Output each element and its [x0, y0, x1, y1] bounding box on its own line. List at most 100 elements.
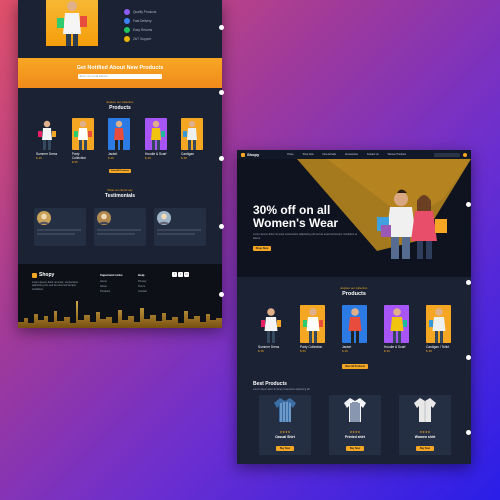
- woman-icon: [428, 308, 445, 343]
- woman-icon: [348, 308, 361, 343]
- carousel-dot[interactable]: [219, 90, 224, 95]
- footer-link[interactable]: Home: [100, 280, 123, 283]
- product-price: $ 38: [426, 349, 432, 353]
- feature-item: Quality Products: [124, 9, 156, 15]
- instagram-icon[interactable]: in: [184, 272, 189, 277]
- buy-now-button[interactable]: Buy Now: [276, 446, 294, 451]
- best-product-card[interactable]: ★★★★ Printed shirt Buy Now: [329, 395, 381, 455]
- product-image: [300, 305, 325, 343]
- best-product-card[interactable]: ★★★★ Casual Shirt Buy Now: [259, 395, 311, 455]
- testimonials-kicker: What our clients say: [107, 188, 133, 192]
- facebook-icon[interactable]: f: [172, 272, 177, 277]
- footer-col-title: Help: [138, 273, 145, 277]
- hero-heading-line1: 30% off on all: [253, 203, 331, 217]
- nav-item-new[interactable]: New Arrivals: [323, 153, 336, 156]
- product-card[interactable]: Hoodie & Scarf $ 40: [145, 118, 167, 160]
- footer-link[interactable]: Privacy: [138, 280, 147, 283]
- product-card[interactable]: Hoodie & Scarf $ 40: [384, 305, 409, 353]
- product-image: [181, 118, 203, 150]
- cart-icon[interactable]: [463, 152, 467, 157]
- carousel-dot[interactable]: [466, 202, 471, 207]
- newsletter-title: Get Notified About New Products: [76, 65, 164, 71]
- avatar-icon: [157, 211, 171, 225]
- nav-item-accessories[interactable]: Accessories: [345, 153, 358, 156]
- hero-image: [46, 0, 98, 46]
- nav-item-contact[interactable]: Contact Us: [367, 153, 379, 156]
- website-mockup-home: Shopy Home Shop Now New Arrivals Accesso…: [237, 150, 471, 464]
- feature-list: Quality Products Fast Delivery Easy Retu…: [124, 9, 156, 42]
- product-card[interactable]: Summer Dress $ 45: [36, 118, 58, 160]
- footer-link[interactable]: Terms: [138, 285, 147, 288]
- carousel-dot[interactable]: [466, 280, 471, 285]
- footer-link[interactable]: Contact: [138, 290, 147, 293]
- nav-item-shop[interactable]: Shop Now: [303, 153, 314, 156]
- shirt-image: [344, 398, 366, 422]
- best-product-name: Printed shirt: [345, 435, 365, 439]
- woman-icon: [114, 120, 124, 150]
- footer-col-title: Important Links: [100, 273, 123, 277]
- buy-now-button[interactable]: Buy Now: [416, 446, 434, 451]
- product-card[interactable]: Summer Dress $ 45: [258, 305, 283, 353]
- product-card[interactable]: Jacket $ 49: [342, 305, 367, 353]
- products-title: Products: [342, 291, 366, 297]
- buy-now-button[interactable]: Buy Now: [346, 446, 364, 451]
- product-price: $ 40: [384, 349, 390, 353]
- carousel-dot[interactable]: [219, 224, 224, 229]
- best-products-section: Best Products Lorem ipsum dolor sit amet…: [237, 377, 471, 464]
- twitter-icon[interactable]: t: [178, 272, 183, 277]
- testimonial-text-placeholder: [37, 229, 81, 231]
- best-product-card[interactable]: ★★★★ Women shirt Buy Now: [399, 395, 451, 455]
- feature-label: 24/7 Support: [133, 37, 152, 41]
- newsletter-section: Get Notified About New Products Enter yo…: [18, 58, 222, 88]
- woman-icon: [260, 308, 281, 343]
- woman-icon: [74, 120, 92, 150]
- product-image: [258, 305, 283, 343]
- hero-description: Lorem ipsum dolor sit amet consectetur a…: [253, 233, 358, 240]
- nav-item-home[interactable]: Home: [287, 153, 293, 156]
- logo-text[interactable]: Shopy: [247, 152, 259, 157]
- product-image: [108, 118, 130, 150]
- footer-link[interactable]: Products: [100, 290, 123, 293]
- carousel-dot[interactable]: [466, 355, 471, 360]
- view-all-products-button[interactable]: View All Products: [342, 364, 368, 369]
- bag-icon: [32, 272, 37, 278]
- hero-shop-now-button[interactable]: Shop Now: [253, 246, 271, 251]
- rating-stars: ★★★★: [419, 430, 431, 434]
- feature-item: Easy Returns: [124, 27, 156, 33]
- testimonial-text-placeholder: [97, 229, 141, 231]
- product-name: Party Collection: [72, 152, 86, 160]
- shirt-image: [274, 398, 296, 422]
- product-price: $ 40: [145, 156, 151, 160]
- couple-shopping-image: [377, 189, 447, 259]
- testimonial-card: [154, 208, 206, 246]
- footer-brand[interactable]: Shopy: [32, 272, 54, 278]
- carousel-dot[interactable]: [466, 430, 471, 435]
- product-price: $ 45: [258, 349, 264, 353]
- feature-label: Quality Products: [133, 10, 157, 14]
- product-card[interactable]: Party Collection $ 56: [72, 118, 94, 164]
- products-kicker: Explore our collection: [340, 286, 368, 290]
- search-input[interactable]: [434, 152, 460, 157]
- product-card[interactable]: Party Collection $ 56: [300, 305, 325, 353]
- hero-heading-line2: Women's Wear: [253, 216, 339, 230]
- testimonial-text-placeholder: [97, 233, 135, 235]
- woman-icon: [151, 120, 165, 150]
- product-price: $ 45: [36, 156, 42, 160]
- footer-brand-name: Shopy: [39, 272, 55, 278]
- best-products-title: Best Products: [253, 381, 287, 387]
- hero-section: 30% off on all Women's Wear Lorem ipsum …: [237, 159, 471, 277]
- product-image: [342, 305, 367, 343]
- view-all-products-button[interactable]: View All Products: [109, 169, 131, 173]
- footer-link[interactable]: About: [100, 285, 123, 288]
- carousel-dot[interactable]: [219, 156, 224, 161]
- product-price: $ 49: [108, 156, 114, 160]
- nav-item-women[interactable]: Women Products: [388, 153, 406, 156]
- website-mockup-lower: Quality Products Fast Delivery Easy Retu…: [18, 0, 222, 328]
- newsletter-email-input[interactable]: Enter your email address: [78, 74, 162, 79]
- carousel-dot[interactable]: [219, 25, 224, 30]
- carousel-dot[interactable]: [219, 292, 224, 297]
- rating-stars: ★★★★: [279, 430, 291, 434]
- product-card[interactable]: Cardigan / Tshirt $ 38: [426, 305, 451, 353]
- product-card[interactable]: Jacket $ 49: [108, 118, 130, 160]
- product-card[interactable]: Cardigan $ 38: [181, 118, 203, 160]
